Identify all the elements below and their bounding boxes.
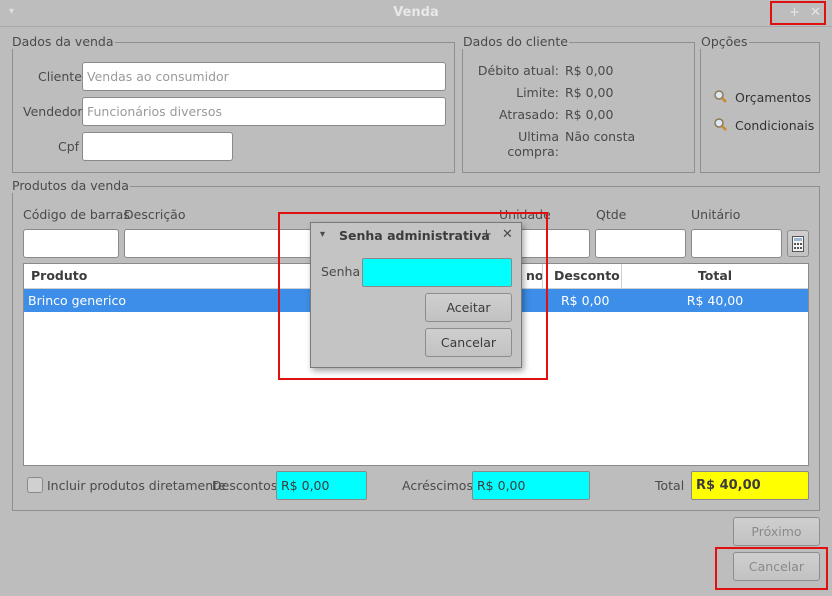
ultima-compra-label: Ultima compra:: [507, 129, 559, 159]
limite-label: Limite:: [516, 85, 559, 100]
qtde-input[interactable]: [595, 229, 686, 258]
dados-venda-label: Dados da venda: [11, 34, 115, 49]
cpf-label: Cpf: [58, 139, 80, 154]
unitario-input[interactable]: [691, 229, 782, 258]
descontos-input[interactable]: R$ 0,00: [276, 471, 367, 500]
opcoes-label: Opções: [700, 34, 749, 49]
qtde-label: Qtde: [596, 207, 627, 222]
window-menu-icon[interactable]: ▾: [9, 6, 14, 17]
opcoes-group: [700, 42, 820, 173]
debito-value: R$ 0,00: [565, 63, 614, 78]
ultima-compra-value: Não consta: [565, 129, 636, 144]
magnifier-icon: [714, 118, 727, 131]
annotation-box: [715, 547, 828, 590]
window-controls: + ✕: [770, 1, 826, 25]
close-icon[interactable]: ✕: [810, 5, 821, 20]
pin-icon[interactable]: +: [789, 5, 800, 20]
col-desconto[interactable]: Desconto: [554, 268, 620, 283]
produtos-label: Produtos da venda: [11, 178, 130, 193]
acrescimos-label: Acréscimos: [402, 478, 473, 493]
window-titlebar: Venda: [0, 0, 832, 27]
total-label: Total: [655, 478, 685, 493]
magnifier-icon: [714, 90, 727, 103]
cpf-input[interactable]: [82, 132, 233, 161]
col-total[interactable]: Total: [622, 268, 808, 283]
codigo-input[interactable]: [23, 229, 119, 258]
incluir-label: Incluir produtos diretamente: [47, 478, 226, 493]
cliente-input[interactable]: Vendas ao consumidor: [82, 62, 446, 91]
window-title: Venda: [393, 5, 439, 20]
codigo-label: Código de barras: [23, 207, 130, 222]
unitario-label: Unitário: [691, 207, 741, 222]
calculator-icon: [792, 235, 804, 252]
debito-label: Débito atual:: [477, 63, 559, 78]
vendedor-label: Vendedor: [23, 104, 83, 119]
calculator-button[interactable]: [787, 230, 809, 257]
orcamentos-label: Orçamentos: [735, 90, 812, 105]
descontos-label: Descontos: [212, 478, 278, 493]
atrasado-value: R$ 0,00: [565, 107, 614, 122]
condicionais-label: Condicionais: [735, 118, 815, 133]
row-desconto: R$ 0,00: [561, 293, 610, 308]
proximo-button[interactable]: Próximo: [733, 517, 820, 546]
row-produto: Brinco generico: [28, 293, 126, 308]
vendedor-input[interactable]: Funcionários diversos: [82, 97, 446, 126]
total-value: R$ 40,00: [691, 471, 809, 500]
cliente-label: Cliente: [38, 69, 82, 84]
dados-cliente-label: Dados do cliente: [462, 34, 569, 49]
atrasado-label: Atrasado:: [499, 107, 559, 122]
annotation-box: [278, 212, 548, 380]
col-produto[interactable]: Produto: [31, 268, 87, 283]
row-total: R$ 40,00: [686, 293, 744, 308]
descricao-label: Descrição: [124, 207, 186, 222]
limite-value: R$ 0,00: [565, 85, 614, 100]
acrescimos-input[interactable]: R$ 0,00: [472, 471, 590, 500]
incluir-checkbox[interactable]: [27, 477, 43, 493]
